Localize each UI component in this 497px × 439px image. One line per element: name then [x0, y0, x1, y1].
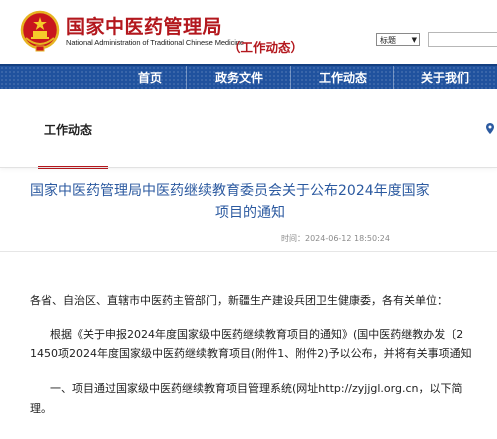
meta-divider — [0, 251, 497, 252]
main-nav: 首页 政务文件 工作动态 关于我们 — [0, 64, 497, 89]
breadcrumb-current[interactable]: 工作动态 — [44, 121, 92, 138]
article-title-line-1: 国家中医药管理局中医药继续教育委员会关于公布2024年度国家 — [30, 183, 430, 199]
national-emblem-icon — [20, 10, 60, 52]
article-title-line-2: 项目的通知 — [215, 205, 285, 221]
section-name: （工作动态） — [228, 40, 304, 55]
article-paragraph-2-line-1: 一、项目通过国家级中医药继续教育项目管理系统(网址http://zyjjgl.o… — [50, 382, 463, 395]
search-input[interactable] — [428, 32, 497, 47]
search-field-select-value: 标题 — [380, 36, 396, 45]
location-pin-icon — [486, 123, 494, 134]
chevron-down-icon: ▼ — [411, 36, 417, 44]
nav-item-news[interactable]: 工作动态 — [319, 69, 367, 86]
search-field-select[interactable]: 标题 ▼ — [376, 33, 420, 46]
article-title: 国家中医药管理局中医药继续教育委员会关于公布2024年度国家 项目的通知 — [30, 180, 497, 224]
nav-divider — [290, 66, 291, 89]
section-divider — [0, 167, 497, 168]
nav-item-home[interactable]: 首页 — [138, 69, 162, 86]
nav-item-about[interactable]: 关于我们 — [421, 69, 469, 86]
nav-divider — [393, 66, 394, 89]
article-paragraph-1-line-2: 1450项2024年度国家级中医药继续教育项目(附件1、附件2)予以公布，并将有… — [30, 347, 472, 360]
site-header: 国家中医药管理局 National Administration of Trad… — [0, 0, 497, 64]
article-paragraph-1-line-1: 根据《关于申报2024年度国家级中医药继续教育项目的通知》(国中医药继教办发〔2 — [50, 328, 464, 341]
site-name-cn[interactable]: 国家中医药管理局 — [66, 12, 222, 39]
site-name-en: National Administration of Traditional C… — [66, 38, 244, 47]
article-paragraph-2-line-2: 理。 — [30, 402, 52, 415]
publish-time: 时间：2024-06-12 18:50:24 — [281, 234, 390, 243]
article-salutation: 各省、自治区、直辖市中医药主管部门，新疆生产建设兵团卫生健康委，各有关单位： — [30, 294, 448, 307]
nav-divider — [186, 66, 187, 89]
nav-item-documents[interactable]: 政务文件 — [215, 69, 263, 86]
